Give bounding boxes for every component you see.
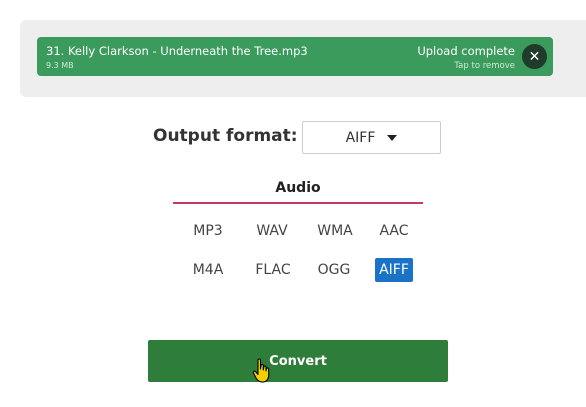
convert-button[interactable]: Convert	[148, 340, 448, 382]
tap-to-remove-hint: Tap to remove	[454, 61, 515, 71]
output-format-select[interactable]: AIFF	[302, 121, 441, 154]
upload-status: Upload complete	[417, 44, 515, 58]
format-option-mp3[interactable]: MP3	[187, 219, 229, 243]
hand-pointer-icon	[252, 358, 270, 383]
upload-panel: 31. Kelly Clarkson - Underneath the Tree…	[20, 20, 586, 97]
remove-file-button[interactable]: ✕	[522, 44, 547, 69]
format-option-flac[interactable]: FLAC	[251, 258, 295, 282]
file-size: 9.3 MB	[46, 61, 74, 70]
caret-down-icon	[387, 135, 398, 141]
output-format-label: Output format:	[153, 126, 298, 146]
format-option-aac[interactable]: AAC	[375, 219, 413, 243]
close-icon: ✕	[528, 48, 541, 65]
convert-label: Convert	[269, 353, 327, 369]
format-option-wma[interactable]: WMA	[313, 219, 357, 243]
format-option-aiff[interactable]: AIFF	[375, 258, 413, 282]
file-name: 31. Kelly Clarkson - Underneath the Tree…	[46, 44, 308, 58]
format-option-wav[interactable]: WAV	[251, 219, 293, 243]
format-option-m4a[interactable]: M4A	[187, 258, 229, 282]
tab-audio[interactable]: Audio	[173, 178, 423, 204]
format-option-ogg[interactable]: OGG	[313, 258, 355, 282]
output-format-value: AIFF	[345, 129, 376, 146]
uploaded-file-bar[interactable]: 31. Kelly Clarkson - Underneath the Tree…	[37, 37, 553, 76]
